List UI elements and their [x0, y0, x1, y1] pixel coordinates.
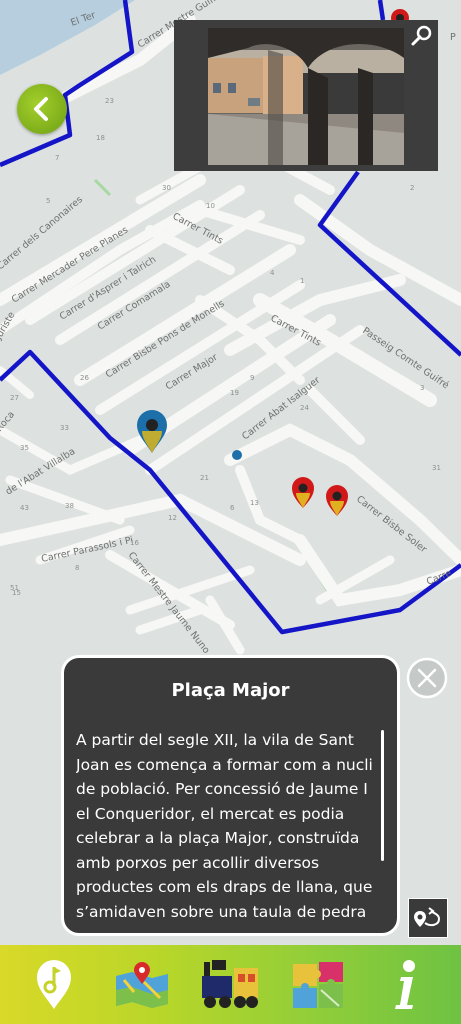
svg-text:19: 19 [230, 389, 239, 397]
arcade-photo-image [208, 28, 404, 165]
svg-text:8: 8 [75, 564, 79, 572]
svg-text:31: 31 [432, 464, 441, 472]
svg-text:2: 2 [410, 184, 414, 192]
route-icon [414, 907, 441, 927]
route-line-northeast [377, 0, 386, 21]
zoom-button[interactable] [410, 24, 434, 48]
bottom-nav-bar [0, 945, 461, 1024]
place-title: Plaça Major [171, 680, 290, 701]
svg-text:38: 38 [65, 502, 74, 510]
info-icon [395, 959, 415, 1009]
svg-text:1: 1 [300, 277, 304, 285]
svg-text:18: 18 [96, 134, 105, 142]
scrollbar[interactable] [381, 730, 384, 861]
magnifier-icon [411, 25, 432, 46]
svg-text:7: 7 [55, 154, 59, 162]
nav-audio-guide[interactable] [14, 945, 94, 1024]
train-icon [202, 959, 258, 1008]
photo-panel[interactable] [174, 20, 438, 171]
label-edge-p: P [450, 32, 456, 43]
label-right-edge: Carre [425, 568, 453, 588]
svg-text:5: 5 [46, 197, 50, 205]
svg-text:27: 27 [10, 394, 19, 402]
audio-guide-icon [37, 959, 71, 1009]
svg-text:10: 10 [206, 202, 215, 210]
svg-text:23: 23 [105, 97, 114, 105]
svg-text:26: 26 [80, 374, 89, 382]
label-juristes: Juriste [0, 310, 18, 342]
svg-text:35: 35 [20, 444, 29, 452]
back-button[interactable] [17, 84, 67, 134]
nav-info[interactable] [366, 945, 446, 1024]
poi-pin-2[interactable] [326, 485, 348, 516]
description-scroll-area[interactable]: A partir del segle XII, la vila de Sant … [76, 728, 376, 928]
close-icon [406, 657, 448, 699]
location-dot [232, 450, 242, 460]
chevron-left-icon [34, 97, 48, 121]
svg-text:12: 12 [168, 514, 177, 522]
nav-train[interactable] [190, 945, 270, 1024]
close-button[interactable] [406, 657, 448, 699]
svg-text:13: 13 [250, 499, 259, 507]
svg-text:21: 21 [200, 474, 209, 482]
svg-text:33: 33 [60, 424, 69, 432]
svg-text:30: 30 [162, 184, 171, 192]
nav-map[interactable] [102, 945, 182, 1024]
map-icon [116, 961, 168, 1008]
place-description: A partir del segle XII, la vila de Sant … [76, 731, 373, 928]
svg-text:3: 3 [420, 384, 424, 392]
place-photo[interactable] [208, 28, 404, 165]
nav-puzzle[interactable] [278, 945, 358, 1024]
svg-text:43: 43 [20, 504, 29, 512]
info-card: Plaça Major A partir del segle XII, la v… [61, 655, 400, 936]
svg-text:4: 4 [270, 269, 275, 277]
park-line [93, 178, 112, 197]
route-button[interactable] [408, 898, 448, 938]
puzzle-icon [293, 961, 343, 1008]
svg-text:24: 24 [300, 404, 309, 412]
svg-text:6: 6 [230, 504, 235, 512]
svg-text:15: 15 [12, 589, 21, 597]
poi-pin-1[interactable] [292, 477, 314, 508]
svg-text:16: 16 [130, 539, 139, 547]
svg-text:9: 9 [250, 374, 254, 382]
